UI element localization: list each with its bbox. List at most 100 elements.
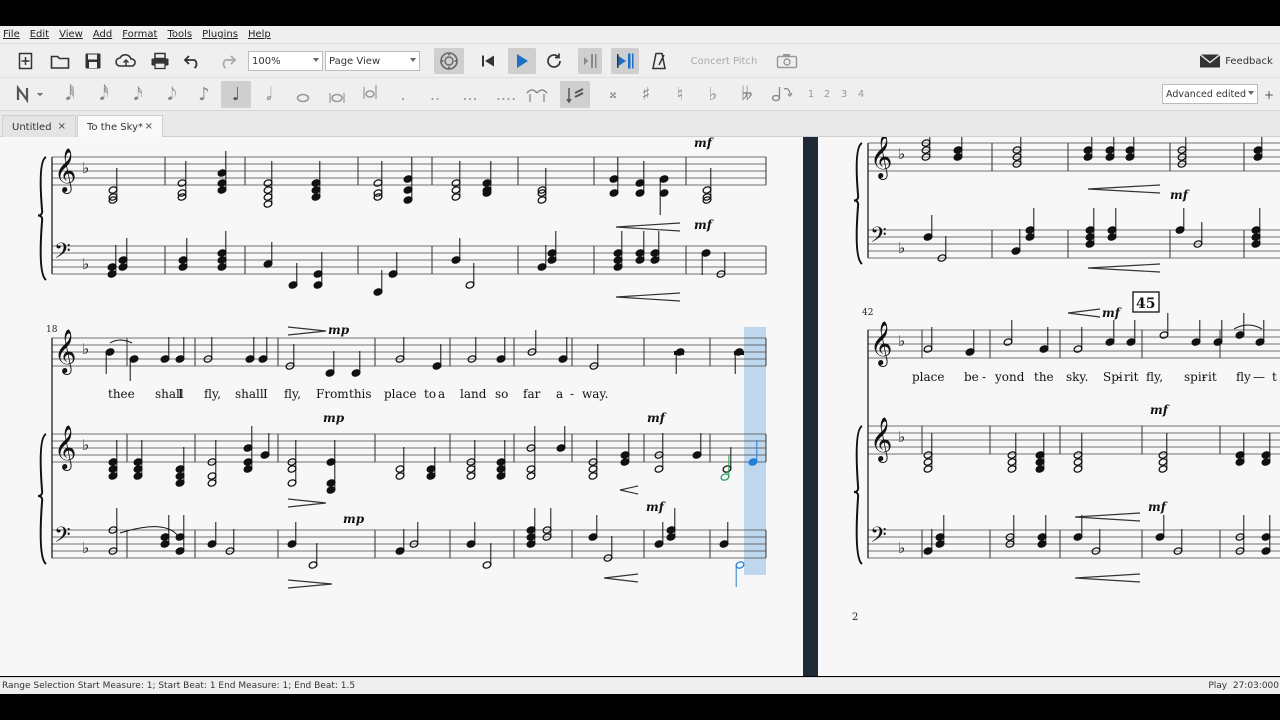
menu-edit[interactable]: Edit [30, 29, 49, 40]
key-signature-flat-icon: ♭ [82, 539, 89, 557]
duration-16th-icon[interactable]: 𝅘𝅥𝅯 [126, 82, 150, 106]
lyric-syllable: From [316, 387, 349, 401]
bass-clef-icon: 𝄢 [870, 523, 887, 553]
menu-add[interactable]: Add [93, 29, 112, 40]
musescore-window: File Edit View Add Format Tools Plugins … [0, 0, 1280, 720]
duration-whole-icon[interactable] [292, 86, 314, 110]
key-signature-flat-icon: ♭ [898, 145, 905, 163]
score-svg: 𝄞 ♭ 𝄢 ♭ 𝄞 ♭ 𝄞 ♭ 𝄢 ♭ 𝄞 ♭ 𝄢 ♭ 𝄞 ♭ 𝄞 ♭ 𝄢 ♭ 18 42 45 2 thee sha… [0, 137, 1280, 676]
voice-swap-icon[interactable] [560, 81, 590, 108]
close-icon[interactable]: × [145, 121, 153, 132]
tab-to-the-sky[interactable]: To the Sky* × [77, 115, 163, 138]
triple-dot-icon[interactable]: ... [456, 82, 484, 106]
play-icon[interactable] [508, 48, 536, 74]
lyric-syllable: fly, [1146, 370, 1163, 384]
dynamic-mf: mf [1102, 306, 1122, 320]
loop-in-icon[interactable] [578, 48, 602, 74]
lyric-syllable: this [349, 387, 372, 401]
lyric-syllable: place [912, 370, 945, 384]
lyric-syllable: so [495, 387, 508, 401]
concert-pitch-button[interactable]: Concert Pitch [688, 49, 760, 73]
redo-icon[interactable] [216, 49, 238, 73]
feedback-button[interactable]: Feedback [1225, 49, 1273, 73]
camera-icon[interactable] [774, 49, 800, 73]
menu-format[interactable]: Format [122, 29, 157, 40]
duration-half-icon[interactable]: 𝅗𝅥 [257, 82, 281, 106]
lyric-syllable: I [178, 387, 183, 401]
duration-quarter-icon[interactable]: ♩ [221, 81, 251, 108]
duration-64th-icon[interactable]: 𝅘𝅥𝅱 [58, 82, 82, 106]
flat-icon[interactable]: ♭ [703, 82, 723, 106]
dynamic-mf: mf [694, 218, 714, 232]
menu-view[interactable]: View [59, 29, 83, 40]
lyric-syllable: - [1202, 370, 1206, 384]
key-signature-flat-icon: ♭ [82, 159, 89, 177]
lyric-syllable: I [263, 387, 268, 401]
key-signature-flat-icon: ♭ [898, 332, 905, 350]
undo-icon[interactable] [182, 49, 204, 73]
quadruple-dot-icon[interactable]: .... [491, 82, 521, 106]
duration-breve-icon[interactable] [325, 86, 349, 110]
lyric-syllable: thee [108, 387, 135, 401]
menu-help[interactable]: Help [248, 29, 271, 40]
double-sharp-icon[interactable]: 𝄪 [603, 82, 623, 106]
voice-1-button[interactable]: 1 [805, 82, 817, 106]
status-selection-text: Range Selection Start Measure: 1; Start … [2, 681, 356, 691]
treble-clef-icon: 𝄞 [870, 321, 892, 367]
flip-direction-icon[interactable] [770, 82, 794, 106]
score-page-left [0, 137, 803, 676]
lyric-syllable: it [1208, 370, 1217, 384]
menu-file[interactable]: File [3, 29, 20, 40]
double-dot-icon[interactable]: .. [423, 82, 447, 106]
augmentation-dot-icon[interactable]: . [393, 82, 413, 106]
new-score-icon[interactable] [15, 49, 37, 73]
page-divider [803, 137, 818, 676]
double-flat-icon[interactable]: 𝄫 [735, 82, 759, 106]
feedback-mail-icon[interactable] [1198, 49, 1222, 73]
open-folder-icon[interactable] [48, 49, 72, 73]
metronome-icon[interactable] [648, 49, 670, 73]
lyric-syllable: fly [1236, 370, 1251, 384]
tab-untitled[interactable]: Untitled × [2, 115, 76, 138]
sharp-icon[interactable]: ♯ [636, 82, 656, 106]
treble-clef-icon: 𝄞 [54, 329, 76, 375]
duration-eighth-icon[interactable]: ♪ [192, 82, 216, 106]
metronome-panel-icon[interactable] [611, 48, 639, 74]
voice-3-button[interactable]: 3 [838, 82, 850, 106]
score-canvas[interactable]: 𝄞 ♭ 𝄢 ♭ 𝄞 ♭ 𝄞 ♭ 𝄢 ♭ 𝄞 ♭ 𝄢 ♭ 𝄞 ♭ 𝄞 ♭ 𝄢 ♭ 18 42 45 2 thee sha… [0, 137, 1280, 676]
score-tab-bar: Untitled × To the Sky* × [0, 110, 1280, 138]
dynamic-mp: mp [323, 411, 345, 425]
voice-4-button[interactable]: 4 [855, 82, 867, 106]
menu-bar: File Edit View Add Format Tools Plugins … [0, 26, 1280, 43]
loop-icon[interactable] [543, 49, 565, 73]
menu-tools[interactable]: Tools [167, 29, 192, 40]
duration-32nd-icon[interactable]: 𝅘𝅥𝅰 [92, 82, 116, 106]
duration-8th-icon[interactable]: 𝅘𝅥𝅮 [160, 82, 184, 106]
lyric-syllable: shall [235, 387, 264, 401]
dynamic-mp: mp [343, 512, 365, 526]
natural-icon[interactable]: ♮ [670, 82, 690, 106]
playback-mixer-icon[interactable] [434, 48, 464, 74]
duration-longa-icon[interactable] [359, 82, 383, 106]
rewind-icon[interactable] [478, 49, 498, 73]
note-input-mode-icon[interactable] [12, 82, 52, 106]
tie-icon[interactable] [523, 82, 551, 106]
menu-plugins[interactable]: Plugins [202, 29, 238, 40]
range-selection[interactable] [744, 327, 766, 575]
view-mode-select[interactable]: Page View [325, 51, 420, 71]
save-icon[interactable] [82, 49, 104, 73]
add-workspace-button[interactable]: + [1262, 83, 1276, 107]
bass-clef-icon: 𝄢 [54, 239, 71, 269]
voice-2-button[interactable]: 2 [821, 82, 833, 106]
print-icon[interactable] [148, 49, 172, 73]
key-signature-flat-icon: ♭ [898, 239, 905, 257]
close-icon[interactable]: × [58, 121, 66, 132]
dynamic-mf: mf [647, 411, 667, 425]
lyric-syllable: yond [994, 370, 1025, 384]
zoom-select[interactable]: 100% [248, 51, 323, 71]
chevron-down-icon [313, 58, 319, 62]
chevron-down-icon [410, 58, 416, 62]
view-mode-value: Page View [329, 55, 381, 67]
workspace-select[interactable]: Advanced edited [1162, 84, 1258, 104]
cloud-upload-icon[interactable] [114, 49, 138, 73]
